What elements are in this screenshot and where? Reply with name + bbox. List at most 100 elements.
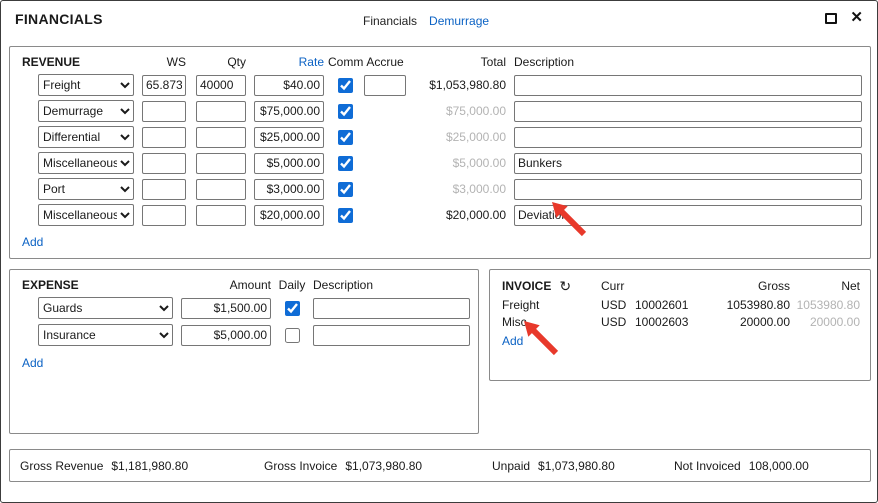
summary-value: $1,073,980.80 <box>538 459 615 473</box>
col-header-qty: Qty <box>196 55 246 69</box>
description-input[interactable] <box>514 179 862 200</box>
ws-input[interactable] <box>142 101 186 122</box>
revenue-row: Differential $25,000.00 <box>38 125 862 149</box>
expense-section: EXPENSE Amount Daily Description Guards … <box>9 269 479 434</box>
summary-unpaid: Unpaid $1,073,980.80 <box>492 459 615 473</box>
summary-value: 108,000.00 <box>749 459 809 473</box>
col-header-description: Description <box>514 55 862 69</box>
invoice-section-title: INVOICE <box>502 279 551 293</box>
summary-gross-invoice: Gross Invoice $1,073,980.80 <box>264 459 422 473</box>
ws-input[interactable] <box>142 205 186 226</box>
accrue-input[interactable] <box>364 75 406 96</box>
revenue-add-link[interactable]: Add <box>22 235 43 249</box>
comm-checkbox[interactable] <box>338 78 353 93</box>
col-header-gross: Gross <box>707 279 790 293</box>
summary-label: Gross Invoice <box>264 459 337 473</box>
summary-label: Unpaid <box>492 459 530 473</box>
qty-input[interactable] <box>196 205 246 226</box>
rate-input[interactable] <box>254 75 324 96</box>
invoice-curr: USD <box>601 298 635 312</box>
col-header-rate[interactable]: Rate <box>254 55 324 69</box>
revenue-section-title: REVENUE <box>22 55 142 69</box>
description-input[interactable] <box>313 325 470 346</box>
expense-header-row: EXPENSE Amount Daily Description <box>22 277 470 293</box>
comm-checkbox[interactable] <box>338 156 353 171</box>
close-icon[interactable]: ✕ <box>850 11 863 25</box>
rate-input[interactable] <box>254 153 324 174</box>
revenue-type-select[interactable]: Miscellaneous <box>38 204 134 226</box>
daily-checkbox[interactable] <box>285 301 300 316</box>
row-total: $20,000.00 <box>408 208 506 222</box>
amount-input[interactable] <box>181 325 271 346</box>
expense-type-select[interactable]: Guards <box>38 297 173 319</box>
summary-value: $1,181,980.80 <box>111 459 188 473</box>
refresh-icon[interactable]: ↻ <box>559 279 571 293</box>
ws-input[interactable] <box>142 153 186 174</box>
row-total: $75,000.00 <box>408 104 506 118</box>
rate-input[interactable] <box>254 179 324 200</box>
accrue-empty <box>364 179 406 200</box>
invoice-gross: 20000.00 <box>707 315 790 329</box>
financials-dialog: FINANCIALS FinancialsDemurrage ✕ REVENUE… <box>0 0 878 503</box>
invoice-net: 1053980.80 <box>792 298 860 312</box>
qty-input[interactable] <box>196 101 246 122</box>
amount-input[interactable] <box>181 298 271 319</box>
rate-input[interactable] <box>254 101 324 122</box>
description-input[interactable] <box>514 153 862 174</box>
description-input[interactable] <box>313 298 470 319</box>
revenue-row: Demurrage $75,000.00 <box>38 99 862 123</box>
revenue-row: Freight $1,053,980.80 <box>38 73 862 97</box>
description-input[interactable] <box>514 75 862 96</box>
description-input[interactable] <box>514 127 862 148</box>
col-header-description: Description <box>313 278 470 292</box>
invoice-row: Misc USD 10002603 20000.00 20000.00 <box>502 314 860 330</box>
revenue-type-select[interactable]: Demurrage <box>38 100 134 122</box>
description-input[interactable] <box>514 101 862 122</box>
col-header-total: Total <box>408 55 506 69</box>
revenue-header-row: REVENUE WS Qty Rate Comm Accrue Total De… <box>22 54 862 70</box>
invoice-section: INVOICE ↻ Curr Gross Net Freight USD 100… <box>489 269 871 381</box>
row-total: $25,000.00 <box>408 130 506 144</box>
daily-checkbox[interactable] <box>285 328 300 343</box>
col-header-accrue: Accrue <box>364 55 406 69</box>
qty-input[interactable] <box>196 153 246 174</box>
summary-label: Gross Revenue <box>20 459 103 473</box>
description-input[interactable] <box>514 205 862 226</box>
row-total: $1,053,980.80 <box>408 78 506 92</box>
invoice-number[interactable]: 10002601 <box>635 298 707 312</box>
nav-item-demurrage[interactable]: Demurrage <box>429 14 489 28</box>
ws-input[interactable] <box>142 75 186 96</box>
invoice-row: Freight USD 10002601 1053980.80 1053980.… <box>502 297 860 313</box>
summary-value: $1,073,980.80 <box>345 459 422 473</box>
invoice-row-label: Misc <box>502 315 601 329</box>
expense-add-link[interactable]: Add <box>22 356 43 370</box>
revenue-type-select[interactable]: Miscellaneous <box>38 152 134 174</box>
col-header-net: Net <box>792 279 860 293</box>
nav-item-financials[interactable]: Financials <box>363 14 417 28</box>
comm-checkbox[interactable] <box>338 208 353 223</box>
maximize-icon[interactable] <box>825 13 837 24</box>
revenue-type-select[interactable]: Freight <box>38 74 134 96</box>
accrue-empty <box>364 153 406 174</box>
summary-not-invoiced: Not Invoiced108,000.00 <box>674 459 809 473</box>
ws-input[interactable] <box>142 127 186 148</box>
qty-input[interactable] <box>196 179 246 200</box>
rate-input[interactable] <box>254 205 324 226</box>
invoice-number[interactable]: 10002603 <box>635 315 707 329</box>
revenue-type-select[interactable]: Differential <box>38 126 134 148</box>
expense-type-select[interactable]: Insurance <box>38 324 173 346</box>
ws-input[interactable] <box>142 179 186 200</box>
comm-checkbox[interactable] <box>338 130 353 145</box>
col-header-daily: Daily <box>277 278 307 292</box>
qty-input[interactable] <box>196 127 246 148</box>
revenue-type-select[interactable]: Port <box>38 178 134 200</box>
revenue-row: Miscellaneous $20,000.00 <box>38 203 862 227</box>
qty-input[interactable] <box>196 75 246 96</box>
invoice-add-link[interactable]: Add <box>502 334 523 348</box>
revenue-row: Port $3,000.00 <box>38 177 862 201</box>
comm-checkbox[interactable] <box>338 104 353 119</box>
expense-row: Guards <box>38 296 470 320</box>
row-total: $5,000.00 <box>408 156 506 170</box>
rate-input[interactable] <box>254 127 324 148</box>
comm-checkbox[interactable] <box>338 182 353 197</box>
